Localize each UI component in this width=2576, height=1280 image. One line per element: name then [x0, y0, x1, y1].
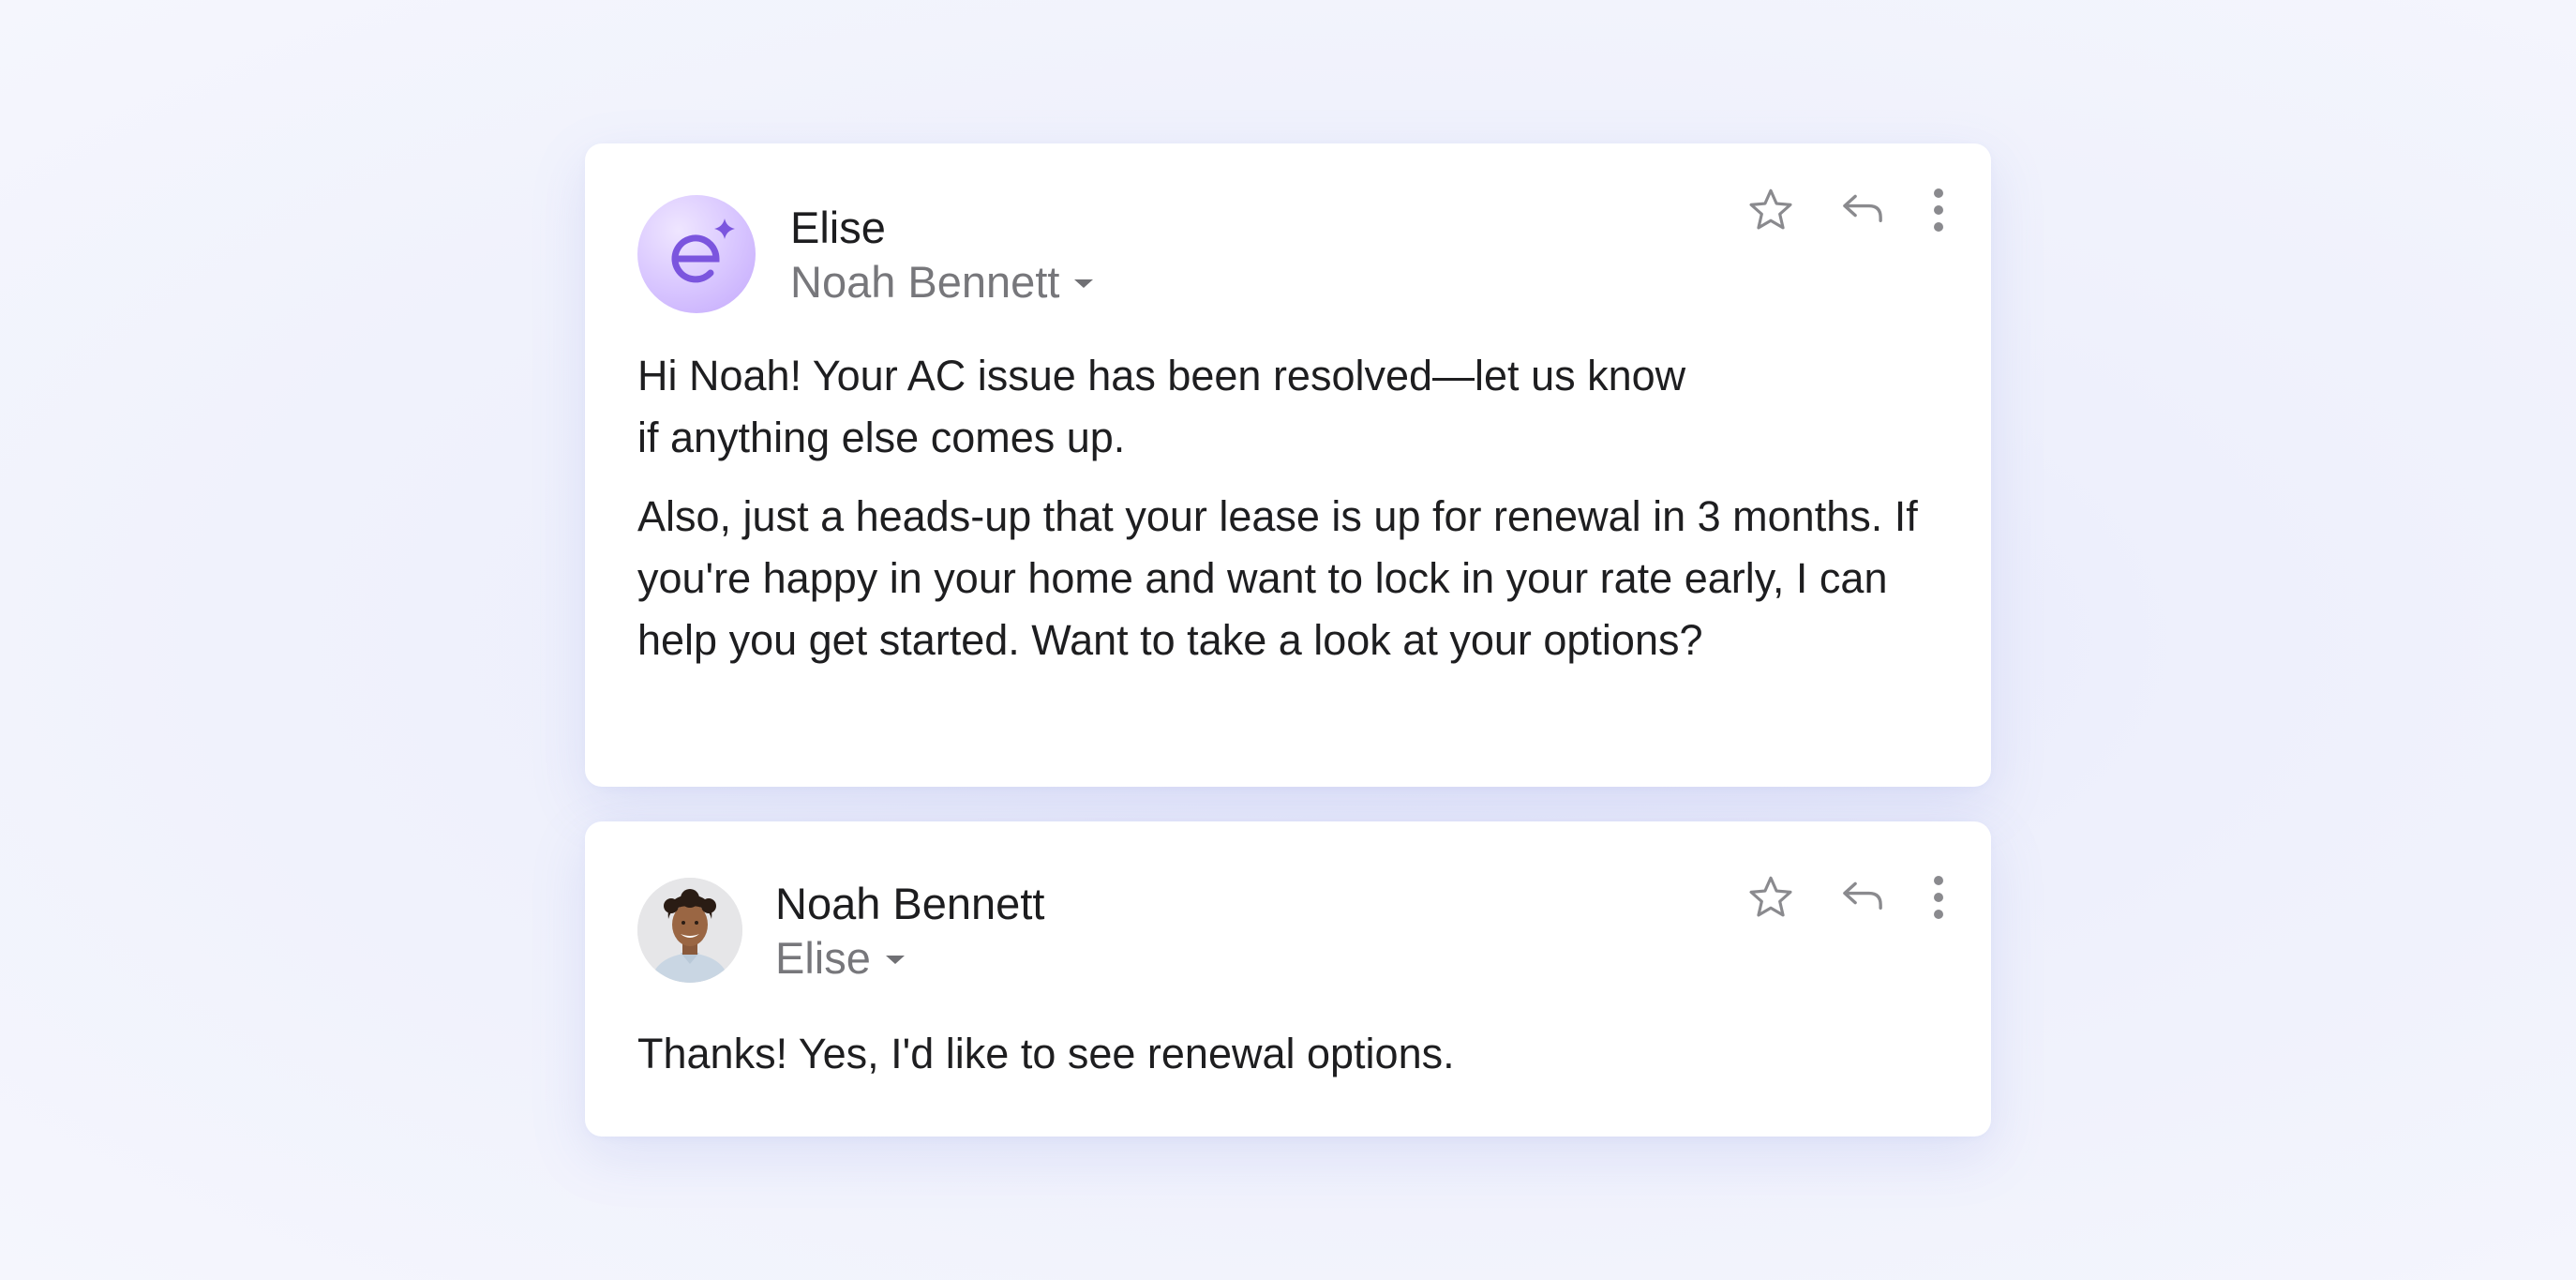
- more-vertical-icon: [1934, 876, 1943, 919]
- message-body: Thanks! Yes, I'd like to see renewal opt…: [637, 1023, 1935, 1085]
- message-paragraph: Hi Noah! Your AC issue has been resolved…: [637, 352, 1686, 461]
- noah-avatar: [637, 878, 742, 983]
- recipient-dropdown[interactable]: Elise: [775, 936, 905, 980]
- message-body: Hi Noah! Your AC issue has been resolved…: [637, 345, 1935, 671]
- elise-avatar: [637, 195, 756, 313]
- elise-ai-logo-icon: [671, 218, 735, 283]
- message-actions: [1742, 868, 1952, 926]
- message-paragraph: Thanks! Yes, I'd like to see renewal opt…: [637, 1030, 1455, 1077]
- recipient-name: Noah Bennett: [790, 257, 1060, 307]
- star-button[interactable]: [1742, 868, 1800, 926]
- star-icon: [1749, 188, 1792, 230]
- user-photo-avatar: [637, 878, 742, 983]
- more-options-button[interactable]: [1925, 868, 1952, 926]
- reply-icon: [1843, 881, 1882, 910]
- sender-name: Noah Bennett: [775, 879, 1045, 928]
- star-button[interactable]: [1742, 181, 1800, 239]
- recipient-dropdown[interactable]: Noah Bennett: [790, 257, 1094, 307]
- star-icon: [1749, 876, 1792, 917]
- reply-icon: [1843, 194, 1882, 222]
- message-paragraph: Also, just a heads-up that your lease is…: [637, 492, 1918, 664]
- chevron-down-icon: [885, 956, 905, 964]
- chevron-down-icon: [1074, 279, 1094, 288]
- message-card-noah: Noah Bennett Elise Thanks! Yes, I'd like…: [585, 821, 1991, 1137]
- message-actions: [1742, 181, 1952, 239]
- recipient-name: Elise: [775, 933, 871, 983]
- message-card-elise: Elise Noah Bennett Hi Noah! Your AC issu…: [585, 143, 1991, 787]
- more-vertical-icon: [1934, 188, 1943, 232]
- more-options-button[interactable]: [1925, 181, 1952, 239]
- sender-name: Elise: [790, 203, 886, 252]
- reply-button[interactable]: [1834, 868, 1892, 926]
- reply-button[interactable]: [1834, 181, 1892, 239]
